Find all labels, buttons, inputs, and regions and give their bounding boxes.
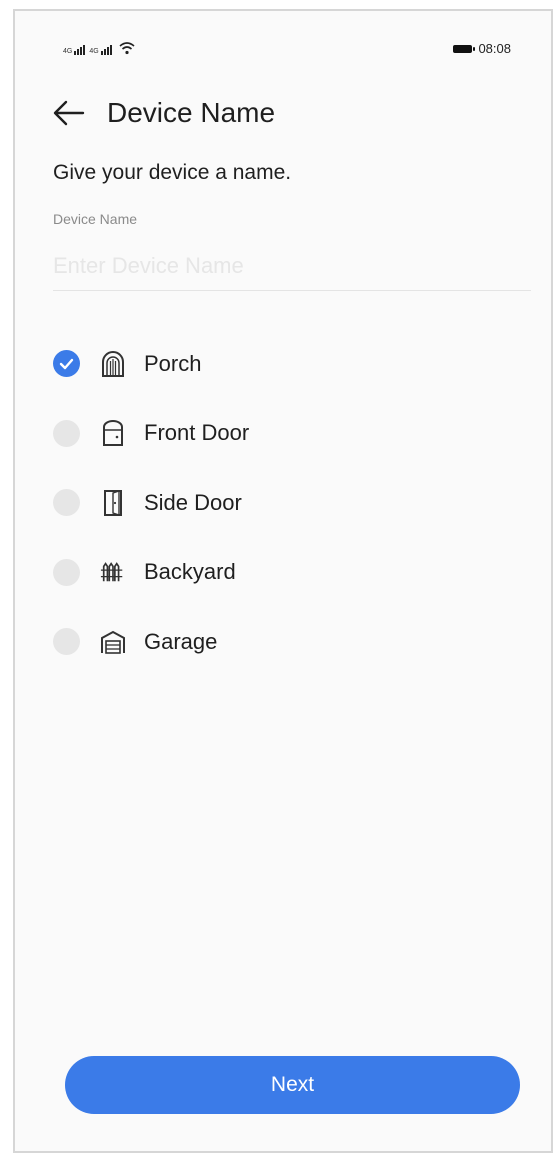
- option-front-door[interactable]: Front Door: [53, 399, 523, 469]
- option-label: Front Door: [144, 420, 250, 446]
- option-label: Backyard: [144, 559, 236, 585]
- radio-unchecked-icon[interactable]: [53, 489, 80, 517]
- garage-icon: [100, 627, 126, 657]
- device-name-input[interactable]: [53, 241, 531, 291]
- next-button[interactable]: Next: [65, 1056, 520, 1114]
- option-side-door[interactable]: Side Door: [53, 468, 523, 538]
- battery-clock: 08:08: [453, 41, 511, 56]
- device-name-label: Device Name: [53, 211, 138, 227]
- radio-unchecked-icon[interactable]: [53, 628, 80, 656]
- signal-type-label: 4G: [89, 48, 99, 55]
- page-header: Device Name: [53, 91, 275, 135]
- option-porch[interactable]: Porch: [53, 329, 523, 399]
- radio-unchecked-icon[interactable]: [53, 419, 80, 447]
- page-title: Device Name: [107, 97, 276, 128]
- signal-1-icon: 4G: [63, 45, 86, 55]
- fence-icon: [100, 557, 126, 587]
- arrow-left-icon[interactable]: [53, 100, 85, 126]
- front-door-icon: [100, 418, 126, 448]
- form-prompt: Give your device a name.: [53, 161, 292, 184]
- signal-indicators: 4G 4G: [63, 41, 135, 55]
- device-location-options: Porch Front Door Side Door Backyard Gara…: [53, 329, 523, 677]
- signal-type-label: 4G: [63, 48, 73, 55]
- option-backyard[interactable]: Backyard: [53, 538, 523, 608]
- phone-screen: 4G 4G 08:08 Device Name Give your device…: [13, 9, 553, 1153]
- status-time: 08:08: [478, 41, 511, 56]
- battery-icon: [453, 44, 476, 53]
- radio-checked-icon[interactable]: [53, 350, 80, 378]
- radio-unchecked-icon[interactable]: [53, 558, 80, 586]
- option-garage[interactable]: Garage: [53, 607, 523, 677]
- status-bar: 4G 4G 08:08: [15, 11, 551, 69]
- signal-2-icon: 4G: [89, 45, 112, 55]
- wifi-icon: [119, 42, 135, 55]
- option-label: Side Door: [144, 489, 242, 515]
- option-label: Porch: [144, 350, 202, 376]
- option-label: Garage: [144, 628, 218, 654]
- porch-arch-icon: [100, 349, 126, 379]
- side-door-icon: [100, 488, 126, 518]
